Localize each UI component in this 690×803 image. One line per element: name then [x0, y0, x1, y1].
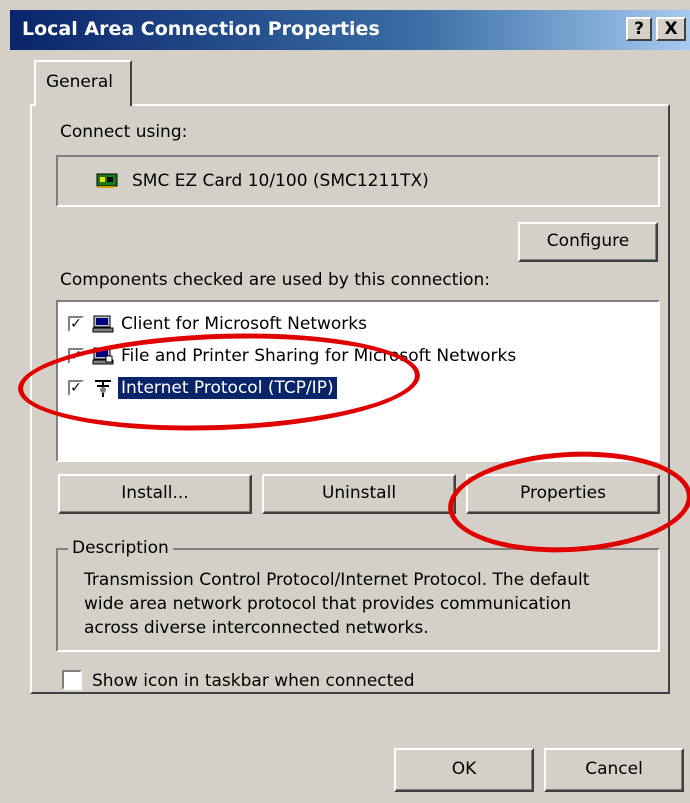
install-button-label: Install...	[121, 483, 189, 503]
tcp-ip-label: Internet Protocol (TCP/IP)	[117, 376, 338, 400]
client-label: Client for Microsoft Networks	[121, 314, 368, 334]
properties-button[interactable]: Properties	[466, 474, 660, 514]
show-icon-checkbox[interactable]	[62, 670, 82, 690]
uninstall-button[interactable]: Uninstall	[262, 474, 456, 514]
install-button[interactable]: Install...	[58, 474, 252, 514]
protocol-icon	[95, 380, 111, 397]
components-list[interactable]: ✓ Client for Microsoft Networks ✓ File a…	[56, 300, 660, 462]
adapter-display: SMC EZ Card 10/100 (SMC1211TX)	[56, 155, 660, 207]
help-icon: ?	[634, 19, 644, 39]
file-printer-sharing-label: File and Printer Sharing for Microsoft N…	[121, 346, 517, 366]
tab-general-label: General	[46, 72, 113, 92]
configure-button-label: Configure	[546, 231, 630, 251]
configure-button[interactable]: Configure	[518, 222, 658, 262]
cancel-button-label: Cancel	[585, 759, 643, 779]
cancel-button[interactable]: Cancel	[544, 748, 684, 792]
tcp-ip-checkbox[interactable]: ✓	[68, 380, 84, 396]
description-title: Description	[68, 538, 173, 558]
help-button[interactable]: ?	[626, 17, 652, 41]
ok-button[interactable]: OK	[394, 748, 534, 792]
ok-button-label: OK	[451, 759, 477, 779]
connect-using-label: Connect using:	[60, 122, 188, 142]
network-card-icon	[96, 173, 118, 188]
client-network-icon	[92, 315, 114, 333]
properties-button-label: Properties	[520, 483, 606, 503]
window-title: Local Area Connection Properties	[22, 18, 380, 40]
close-icon: X	[664, 19, 678, 39]
components-label: Components checked are used by this conn…	[60, 270, 491, 290]
file-printer-sharing-checkbox[interactable]: ✓	[68, 348, 84, 364]
show-icon-label: Show icon in taskbar when connected	[92, 671, 415, 691]
close-button[interactable]: X	[656, 17, 686, 41]
title-bar[interactable]: Local Area Connection Properties ? X	[10, 10, 690, 50]
uninstall-button-label: Uninstall	[321, 483, 397, 503]
adapter-name: SMC EZ Card 10/100 (SMC1211TX)	[132, 171, 429, 191]
description-text: Transmission Control Protocol/Internet P…	[84, 570, 590, 638]
tab-general[interactable]: General	[34, 60, 132, 106]
client-checkbox[interactable]: ✓	[68, 316, 84, 332]
file-printer-sharing-icon	[92, 347, 114, 365]
